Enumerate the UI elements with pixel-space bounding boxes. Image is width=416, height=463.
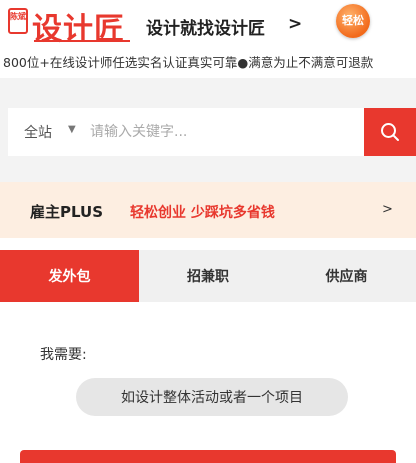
easy-badge[interactable]: 轻松 bbox=[336, 4, 370, 38]
search-scope-select[interactable]: 全站 bbox=[24, 122, 52, 142]
tab-bar: 发外包 招兼职 供应商 bbox=[0, 250, 416, 302]
search-icon bbox=[381, 123, 399, 141]
search-button[interactable] bbox=[364, 108, 416, 156]
search-input[interactable] bbox=[90, 116, 350, 148]
submit-button[interactable] bbox=[20, 450, 396, 463]
page: 陈斌 设计匠 设计就找设计匠 > 轻松 800位+在线设计师任选实名认证真实可靠… bbox=[0, 0, 416, 463]
caret-down-icon[interactable]: ▼ bbox=[68, 124, 76, 135]
tab-supplier[interactable]: 供应商 bbox=[277, 250, 416, 302]
chevron-right-icon: > bbox=[382, 202, 393, 217]
need-label: 我需要: bbox=[40, 347, 87, 363]
tab-outsource[interactable]: 发外包 bbox=[0, 250, 139, 302]
project-option-button[interactable]: 如设计整体活动或者一个项目 bbox=[76, 378, 348, 416]
promo-banner[interactable]: 雇主PLUS 轻松创业 少踩坑多省钱 > bbox=[0, 182, 416, 238]
slogan-link[interactable]: 设计就找设计匠 bbox=[146, 14, 265, 39]
logo[interactable]: 陈斌 设计匠 bbox=[8, 6, 130, 47]
logo-underline bbox=[34, 40, 130, 42]
tab-part-time[interactable]: 招兼职 bbox=[139, 250, 277, 302]
tagline: 800位+在线设计师任选实名认证真实可靠●满意为止不满意可退款 bbox=[3, 55, 374, 70]
logo-seal: 陈斌 bbox=[8, 8, 28, 34]
search-box: 全站 ▼ bbox=[8, 108, 364, 156]
promo-text: 轻松创业 少踩坑多省钱 bbox=[130, 205, 275, 221]
header: 陈斌 设计匠 设计就找设计匠 > 轻松 bbox=[0, 0, 416, 48]
promo-title: 雇主PLUS bbox=[30, 203, 104, 221]
slogan-arrow[interactable]: > bbox=[288, 14, 302, 34]
